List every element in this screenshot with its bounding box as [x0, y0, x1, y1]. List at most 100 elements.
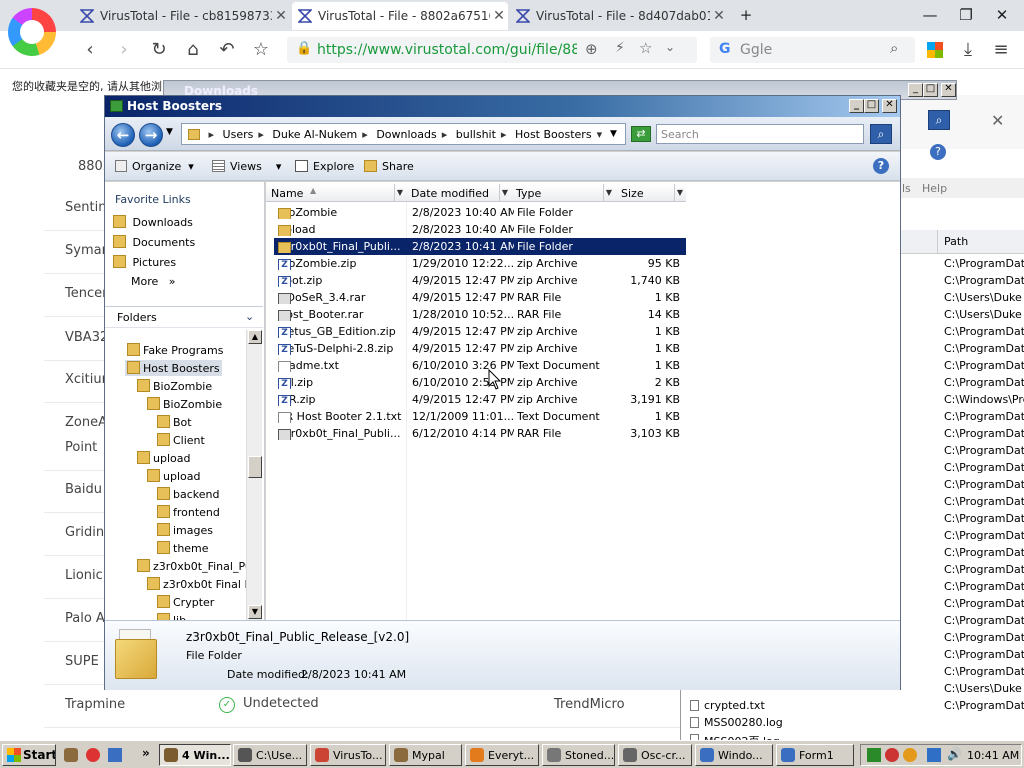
file-row[interactable]: z3r0xb0t_Final_Publi... 6/12/2010 4:14 PM…	[274, 425, 686, 442]
close-tab-icon[interactable]: ✕	[490, 8, 508, 24]
search-button-icon[interactable]: ⌕	[870, 124, 892, 144]
file-row[interactable]: Z X-R.zip 4/9/2015 12:47 PM zip Archive 3,19…	[274, 391, 686, 408]
breadcrumb-item[interactable]: Duke Al-Nukem	[272, 128, 357, 141]
minimize-icon[interactable]: —	[916, 4, 944, 26]
file-row[interactable]: BioZombie 2/8/2023 10:40 AM File Folder	[274, 204, 686, 221]
forward-icon[interactable]: →	[139, 123, 163, 147]
tree-item[interactable]: images	[155, 522, 215, 538]
home-icon[interactable]: ⌂	[180, 37, 206, 63]
breadcrumb-item[interactable]: Users	[223, 128, 254, 141]
restore-icon[interactable]: ❐	[952, 4, 980, 26]
tree-item[interactable]: Host Boosters	[125, 360, 222, 376]
reload-icon[interactable]: ↻	[146, 37, 172, 63]
menu-item-help[interactable]: Help	[922, 182, 947, 195]
help-icon[interactable]: ?	[873, 158, 889, 174]
column-header-type[interactable]: Type	[516, 187, 541, 200]
breadcrumb-item[interactable]: Downloads	[376, 128, 436, 141]
tree-item[interactable]: z3r0xb0t Final Pu	[145, 576, 260, 592]
column-header-date[interactable]: Date modified	[411, 187, 489, 200]
column-filter-icon[interactable]: ▼	[394, 184, 405, 201]
menu-icon[interactable]: ≡	[988, 37, 1014, 63]
search-icon[interactable]: ⌕	[890, 39, 898, 57]
explorer-search-input[interactable]: Search	[656, 124, 864, 144]
file-row[interactable]: Z BioZombie.zip 1/29/2010 12:22... zip Arch…	[274, 255, 686, 272]
behind-help-icon[interactable]: ?	[930, 144, 946, 160]
close-icon[interactable]: ✕	[991, 111, 1004, 130]
column-filter-icon[interactable]: ▼	[674, 184, 685, 201]
taskbar-button[interactable]: C:\Use...	[233, 744, 307, 766]
file-row[interactable]: upload 2/8/2023 10:40 AM File Folder	[274, 221, 686, 238]
file-row[interactable]: Host_Booter.rar 1/28/2010 10:52... RAR Fil…	[274, 306, 686, 323]
quicklaunch-icon[interactable]	[108, 748, 122, 762]
explorer-titlebar[interactable]: Host Boosters _ □ ✕	[105, 96, 900, 117]
close-button[interactable]: ✕	[882, 99, 897, 113]
breadcrumb-item[interactable]: bullshit	[456, 128, 496, 141]
behind-search-button[interactable]: ⌕	[928, 110, 950, 130]
tray-icon[interactable]	[927, 748, 941, 762]
new-tab-icon[interactable]: +	[732, 4, 760, 26]
breadcrumb-item[interactable]: Host Boosters	[515, 128, 592, 141]
tray-icon[interactable]	[885, 748, 899, 762]
file-row[interactable]: readme.txt 6/10/2010 3:26 PM Text Document…	[274, 357, 686, 374]
explore-button[interactable]: Explore	[295, 160, 354, 173]
add-icon[interactable]: ⊕	[585, 40, 598, 58]
minimize-button[interactable]: _	[849, 99, 864, 113]
breadcrumb[interactable]: ▸ Users ▸ Duke Al-Nukem ▸ Downloads ▸ bulls…	[181, 123, 626, 145]
taskbar-button[interactable]: Windo...	[695, 744, 773, 766]
tray-icon[interactable]	[903, 748, 917, 762]
file-row[interactable]: Zsql.zip 6/10/2010 2:55 PM zip Archive 2 KB	[274, 374, 686, 391]
browser-tab-3[interactable]: VirusTotal - File - 8d407dab012d ✕	[510, 2, 728, 30]
apps-icon[interactable]	[927, 42, 943, 58]
close-button[interactable]: ✕	[941, 83, 956, 97]
browser-tab-1[interactable]: VirusTotal - File - cb815987331f6 ✕	[74, 2, 290, 30]
chevron-down-icon[interactable]: ⌄	[665, 40, 675, 54]
volume-icon[interactable]: 🔊	[947, 747, 962, 761]
tree-item[interactable]: Client	[155, 432, 207, 448]
file-row[interactable]: z3r0xb0t_Final_Publi... 2/8/2023 10:41 AM…	[274, 238, 686, 255]
tree-item[interactable]: backend	[155, 486, 221, 502]
tree-item[interactable]: z3r0xb0t_Final_Pu	[135, 558, 254, 574]
file-row[interactable]: Z MeTuS-Delphi-2.8.zip 4/9/2015 12:47 PM zi…	[274, 340, 686, 357]
taskbar-button[interactable]: Stoned...	[542, 744, 615, 766]
close-window-icon[interactable]: ✕	[988, 4, 1016, 26]
close-tab-icon[interactable]: ✕	[710, 8, 728, 24]
star-icon[interactable]: ☆	[639, 39, 652, 57]
file-row[interactable]: XR Host Booter 2.1.txt 12/1/2009 11:01...…	[274, 408, 686, 425]
tree-scrollbar[interactable]: ▲ ▼	[246, 330, 262, 620]
tree-item[interactable]: BioZombie	[135, 378, 214, 394]
organize-button[interactable]: Organize ▾	[115, 160, 194, 173]
tree-item[interactable]: frontend	[155, 504, 222, 520]
tree-item[interactable]: BioZombie	[145, 396, 224, 412]
browser-logo-icon[interactable]	[8, 8, 56, 56]
tray-icon[interactable]	[867, 748, 881, 762]
column-filter-icon[interactable]: ▼	[603, 184, 614, 201]
lightning-icon[interactable]: ⚡	[615, 40, 625, 56]
tree-item[interactable]: Fake Programs	[125, 342, 225, 358]
quicklaunch-icon[interactable]	[64, 748, 78, 762]
taskbar-button[interactable]: Form1	[776, 744, 854, 766]
favorite-pictures[interactable]: Pictures	[113, 255, 176, 269]
taskbar-button[interactable]: Osc-cr...	[618, 744, 692, 766]
views-button[interactable]: Views ▾	[212, 160, 281, 173]
undo-icon[interactable]: ↶	[214, 37, 240, 63]
taskbar-button[interactable]: VirusTo...	[310, 744, 386, 766]
taskbar-button[interactable]: Mypal	[389, 744, 462, 766]
menu-item-tools[interactable]: ls	[902, 182, 911, 195]
maximize-button[interactable]: □	[864, 99, 879, 113]
quicklaunch-more-icon[interactable]: »	[142, 746, 150, 760]
forward-icon[interactable]: ›	[111, 37, 137, 63]
minimize-button[interactable]: _	[908, 83, 923, 97]
tree-item[interactable]: theme	[155, 540, 211, 556]
download-icon[interactable]: ⤓	[955, 37, 981, 63]
favorite-more[interactable]: More »	[131, 275, 176, 288]
file-row[interactable]: DDoSeR_3.4.rar 4/9/2015 12:47 PM RAR File 1…	[274, 289, 686, 306]
column-filter-icon[interactable]: ▼	[499, 184, 510, 201]
share-button[interactable]: Share	[364, 160, 414, 173]
back-icon[interactable]: ←	[111, 123, 135, 147]
folders-header[interactable]: Folders ⌄	[105, 306, 263, 328]
address-bar[interactable]: 🔒 https://www.virustotal.com/gui/file/88…	[287, 37, 697, 63]
history-chevron-icon[interactable]: ▼	[166, 127, 173, 137]
file-row[interactable]: Z Metus_GB_Edition.zip 4/9/2015 12:47 PM zi…	[274, 323, 686, 340]
taskbar-button[interactable]: 4 Win...	[159, 744, 231, 766]
bookmark-star-icon[interactable]: ☆	[248, 37, 274, 63]
